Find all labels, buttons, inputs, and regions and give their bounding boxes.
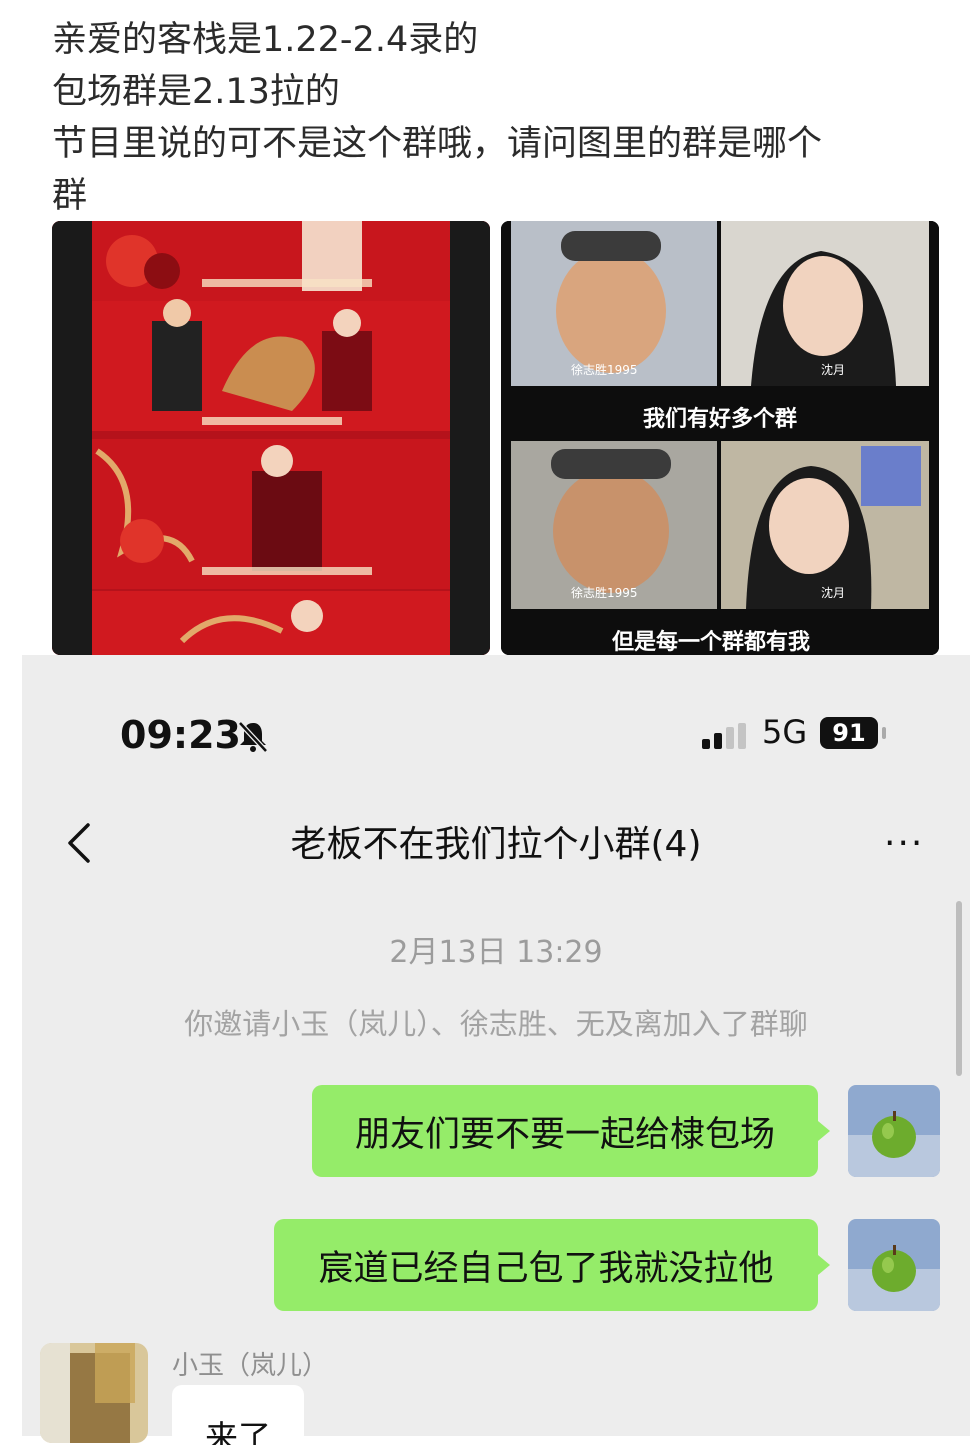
signal-icon [702,723,746,749]
chat-timestamp: 2月13日 13:29 [389,935,603,970]
name-label-left: 徐志胜1995 [571,362,638,377]
post-line-2: 包场群是2.13拉的 [52,72,340,112]
post-line-3: 节目里说的可不是这个群哦，请问图里的群是哪个 [52,124,823,164]
apple-avatar-icon [848,1085,940,1177]
name-label-right-2: 沈月 [821,585,845,600]
muted-bell-icon [238,721,268,753]
my-avatar[interactable] [848,1085,940,1177]
contact-avatar[interactable] [40,1343,148,1443]
post-image-video-call[interactable]: 徐志胜1995 沈月 我们有好多个群 徐志胜1995 沈月 但是每一个群都有我 [501,221,939,655]
battery-indicator: 91 [820,717,878,749]
my-avatar[interactable] [848,1219,940,1311]
message-text: 宸道已经自己包了我就没拉他 [318,1248,774,1289]
bubble-tail [818,1121,830,1141]
bubble-tail [818,1255,830,1275]
message-bubble-sent[interactable]: 宸道已经自己包了我就没拉他 [274,1219,830,1311]
video-call-illustration: 徐志胜1995 沈月 我们有好多个群 徐志胜1995 沈月 但是每一个群都有我 [501,221,939,655]
sender-name: 小玉（岚儿） [172,1351,329,1381]
message-bubble-sent[interactable]: 朋友们要不要一起给棣包场 [312,1085,830,1177]
post-image-show-stills[interactable] [52,221,490,655]
post-line-1: 亲爱的客栈是1.22-2.4录的 [52,20,479,60]
battery-tip [882,727,886,739]
system-message: 你邀请小玉（岚儿）、徐志胜、无及离加入了群聊 [184,1007,808,1041]
apple-avatar-icon [848,1219,940,1311]
caption-top: 我们有好多个群 [643,406,797,432]
message-text: 来了 [205,1418,271,1445]
post-text: 亲爱的客栈是1.22-2.4录的 包场群是2.13拉的 节目里说的可不是这个群哦… [52,14,932,222]
blurred-avatar-icon [40,1343,148,1443]
status-time: 09:23 [120,713,241,757]
message-text: 朋友们要不要一起给棣包场 [354,1114,775,1155]
show-stills-illustration [52,221,490,655]
chat-title: 老板不在我们拉个小群(4) [290,824,702,865]
name-label-left-2: 徐志胜1995 [571,585,638,600]
post-line-4: 群 [52,176,88,216]
caption-bottom: 但是每一个群都有我 [612,629,810,655]
name-label-right: 沈月 [821,362,845,377]
chat-screenshot: 09:23 5G 91 老板不在我们拉个小群(4) ··· 2月13日 13:2… [22,655,970,1445]
network-type: 5G [762,713,808,751]
more-options-icon[interactable]: ··· [884,823,924,864]
message-bubble-received[interactable]: 来了 [172,1385,304,1445]
